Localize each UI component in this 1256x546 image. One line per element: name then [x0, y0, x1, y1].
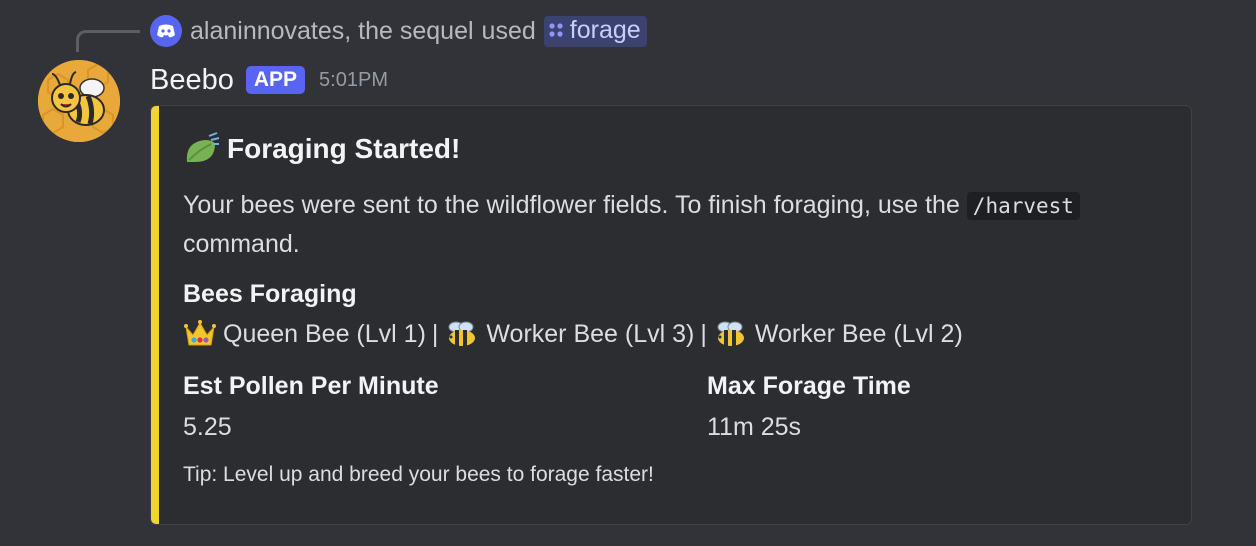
field-value-bees-foraging: Queen Bee (Lvl 1) | Worker Bee (Lvl 3) |…	[183, 319, 963, 349]
bee-avatar[interactable]	[38, 60, 120, 142]
bee-item-label: Worker Bee (Lvl 2)	[754, 319, 963, 348]
field-value-pollen-rate: 5.25	[183, 413, 232, 441]
embed-description: Your bees were sent to the wildflower fi…	[183, 186, 1163, 263]
bee-icon	[713, 319, 749, 349]
reply-reference[interactable]: alaninnovates, the sequel used forage	[150, 12, 647, 50]
field-name-max-forage-time: Max Forage Time	[707, 372, 911, 400]
message-timestamp[interactable]: 5:01PM	[319, 69, 388, 92]
embed-accent-bar	[151, 106, 159, 524]
field-name-bees-foraging: Bees Foraging	[183, 280, 357, 308]
message-header: Beebo APP 5:01PM	[150, 60, 388, 100]
reply-action: used	[481, 16, 536, 45]
embed-title-text: Foraging Started!	[227, 133, 461, 164]
embed-title: Foraging Started!	[183, 132, 460, 166]
bee-item-label: Queen Bee (Lvl 1)	[223, 319, 426, 348]
discord-icon	[150, 15, 182, 47]
app-badge: APP	[245, 66, 306, 94]
reply-connector-line	[76, 30, 140, 52]
embed-card: Foraging Started! Your bees were sent to…	[150, 105, 1192, 525]
command-icon	[548, 16, 564, 45]
crown-icon	[183, 319, 217, 349]
message-username[interactable]: Beebo	[150, 64, 234, 97]
field-name-pollen-rate: Est Pollen Per Minute	[183, 372, 439, 400]
separator: |	[431, 319, 439, 348]
command-mention[interactable]: forage	[543, 15, 647, 47]
reply-username[interactable]: alaninnovates, the sequel	[190, 17, 474, 46]
harvest-command-code: /harvest	[966, 192, 1080, 220]
description-prefix: Your bees were sent to the wildflower fi…	[183, 191, 960, 219]
field-value-max-forage-time: 11m 25s	[707, 413, 802, 441]
embed-footer-tip: Tip: Level up and breed your bees to for…	[183, 463, 654, 486]
leaf-icon	[183, 132, 221, 166]
bee-item-label: Worker Bee (Lvl 3)	[486, 319, 695, 348]
separator: |	[700, 319, 707, 348]
bee-icon	[444, 319, 480, 349]
description-suffix: command.	[183, 230, 300, 258]
command-name: forage	[569, 15, 641, 44]
